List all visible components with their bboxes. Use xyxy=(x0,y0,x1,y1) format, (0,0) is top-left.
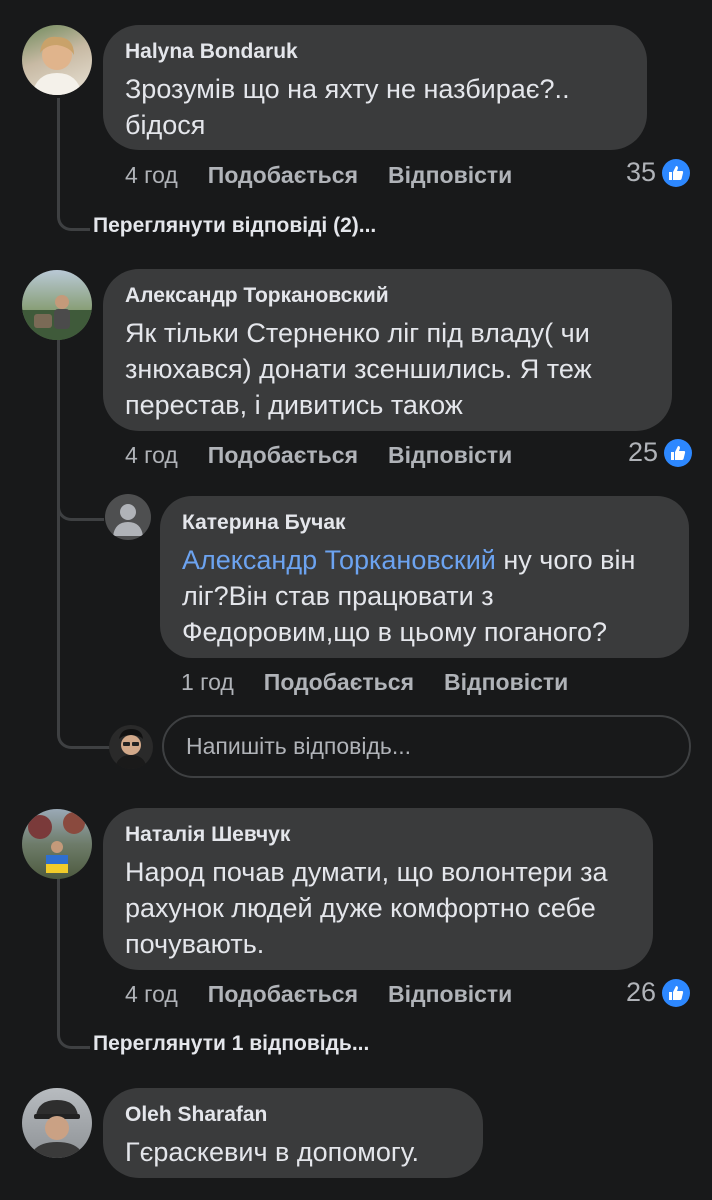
comment-text: Зрозумів що на яхту не назбирає?.. бідос… xyxy=(125,74,570,140)
reply-input-placeholder: Напишіть відповідь... xyxy=(186,733,412,759)
profile-photo-icon xyxy=(32,36,82,95)
like-count[interactable]: 35 xyxy=(626,157,691,188)
comment-bubble: Oleh Sharafan Гєраскевич в допомогу. xyxy=(103,1088,483,1178)
default-avatar-icon[interactable] xyxy=(105,494,151,540)
like-count[interactable]: 25 xyxy=(628,437,693,468)
like-count-value: 35 xyxy=(626,157,657,187)
profile-photo-icon xyxy=(22,295,92,340)
reply-button[interactable]: Відповісти xyxy=(388,981,512,1008)
like-button[interactable]: Подобається xyxy=(208,162,358,189)
reply-button[interactable]: Відповісти xyxy=(388,442,512,469)
profile-photo-icon xyxy=(28,812,85,873)
comment-bubble: Александр Торкановский Як тільки Стернен… xyxy=(103,269,672,431)
reply-text: Александр Торкановский ну чого він ліг?В… xyxy=(182,542,667,650)
avatar[interactable] xyxy=(22,25,92,95)
comment-author[interactable]: Наталія Шевчук xyxy=(125,822,631,848)
comment-text: Як тільки Стерненко ліг під владу( чи зн… xyxy=(125,318,592,420)
avatar[interactable] xyxy=(22,809,92,879)
thumbs-up-icon xyxy=(662,978,691,1007)
like-count-value: 26 xyxy=(626,977,657,1007)
view-replies-link[interactable]: Переглянути відповіді (2)... xyxy=(93,214,376,238)
mention-link[interactable]: Александр Торкановский xyxy=(182,545,496,575)
comment-time[interactable]: 4 год xyxy=(125,981,178,1008)
thread-line xyxy=(57,98,90,231)
comment-bubble: Halyna Bondaruk Зрозумів що на яхту не н… xyxy=(103,25,647,150)
comment-bubble: Наталія Шевчук Народ почав думати, що во… xyxy=(103,808,653,970)
comment-time[interactable]: 4 год xyxy=(125,442,178,469)
profile-photo-icon xyxy=(30,1100,84,1158)
view-replies-link[interactable]: Переглянути 1 відповідь... xyxy=(93,1032,369,1056)
avatar[interactable] xyxy=(22,1088,92,1158)
like-button[interactable]: Подобається xyxy=(208,981,358,1008)
like-count-value: 25 xyxy=(628,437,659,467)
like-button[interactable]: Подобається xyxy=(264,669,414,696)
reply-button[interactable]: Відповісти xyxy=(388,162,512,189)
thread-line xyxy=(57,322,104,521)
current-user-avatar xyxy=(109,725,153,769)
like-count[interactable]: 26 xyxy=(626,977,691,1008)
thumbs-up-icon xyxy=(662,158,691,187)
comment-actions: 4 год Подобається Відповісти xyxy=(125,442,512,469)
comment-author[interactable]: Oleh Sharafan xyxy=(125,1102,461,1128)
reply-bubble: Катерина Бучак Александр Торкановский ну… xyxy=(160,496,689,658)
like-button[interactable]: Подобається xyxy=(208,442,358,469)
comment-text: Гєраскевич в допомогу. xyxy=(125,1137,420,1167)
comment-time[interactable]: 4 год xyxy=(125,162,178,189)
reply-time[interactable]: 1 год xyxy=(181,669,234,696)
avatar[interactable] xyxy=(22,270,92,340)
thumbs-up-icon xyxy=(664,438,693,467)
comment-actions: 4 год Подобається Відповісти xyxy=(125,981,512,1008)
thread-line xyxy=(57,862,90,1049)
comment-author[interactable]: Halyna Bondaruk xyxy=(125,39,625,65)
reply-actions: 1 год Подобається Відповісти xyxy=(181,669,568,696)
reply-input[interactable]: Напишіть відповідь... xyxy=(162,715,691,778)
comment-text: Народ почав думати, що волонтери за раху… xyxy=(125,857,608,959)
thread-line xyxy=(57,700,110,749)
reply-button[interactable]: Відповісти xyxy=(444,669,568,696)
reply-author[interactable]: Катерина Бучак xyxy=(182,510,667,536)
profile-photo-icon xyxy=(115,729,147,769)
comment-author[interactable]: Александр Торкановский xyxy=(125,283,650,309)
comment-actions: 4 год Подобається Відповісти xyxy=(125,162,512,189)
